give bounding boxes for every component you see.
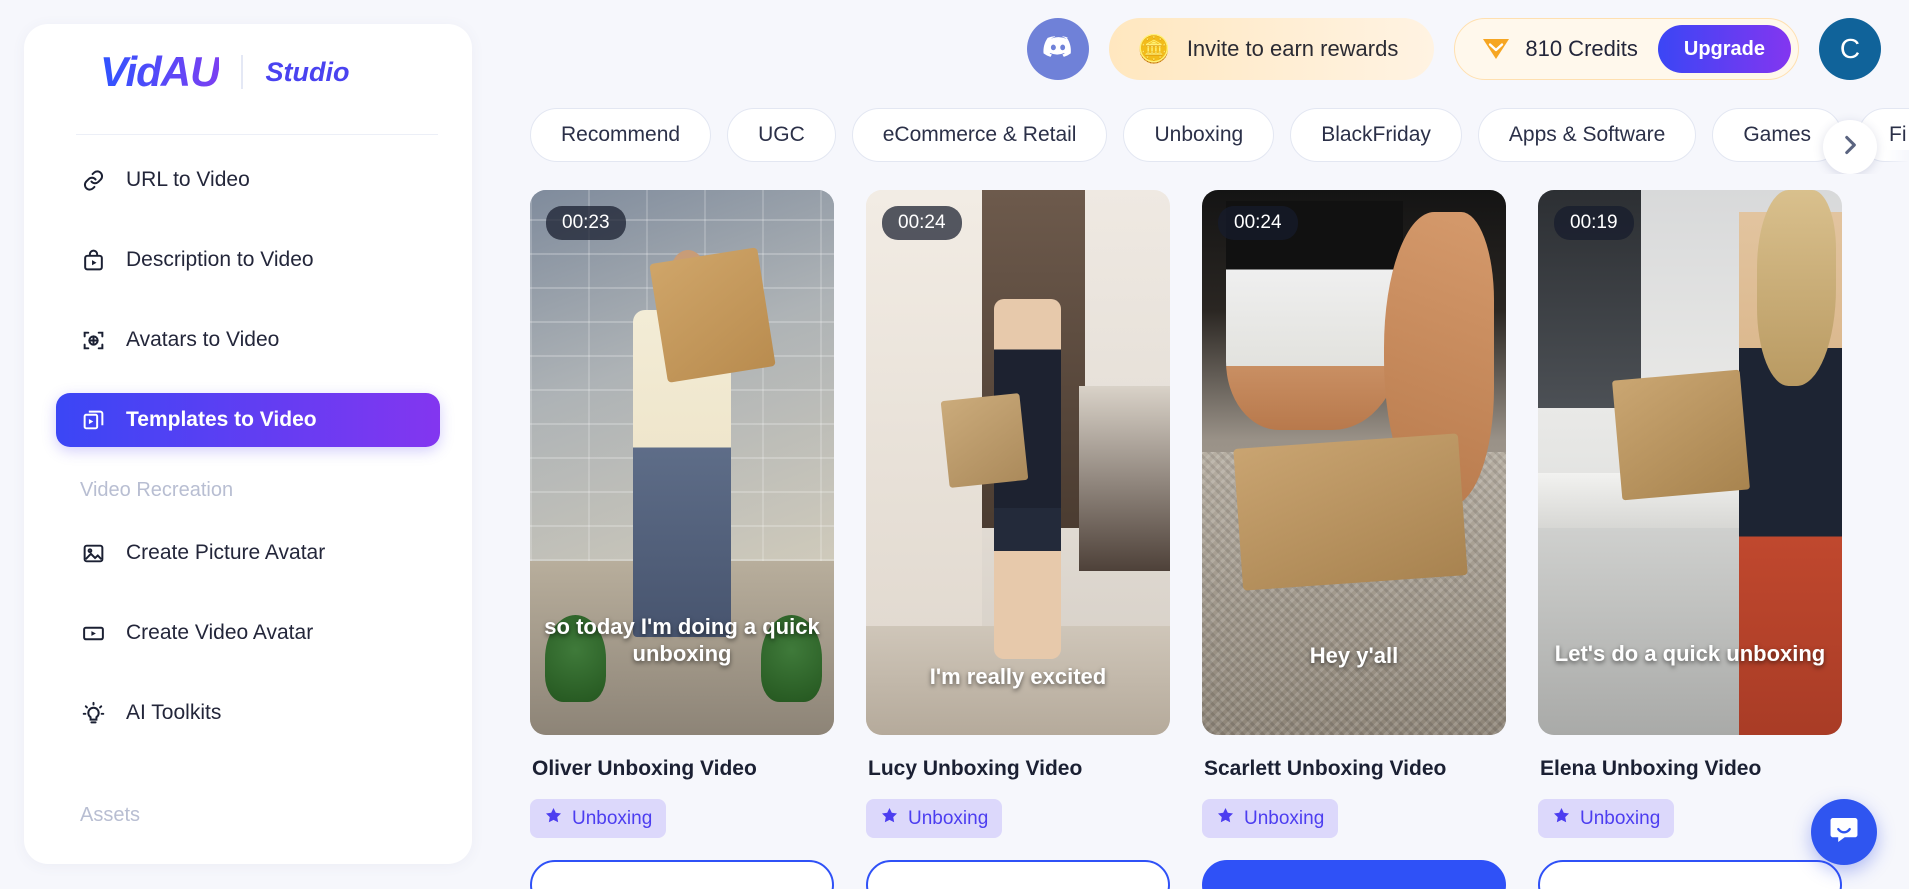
card-thumbnail[interactable]: 00:19 Let's do a quick unboxing [1538, 190, 1842, 735]
sidebar-item-create-picture-avatar[interactable]: Create Picture Avatar [56, 526, 440, 580]
star-icon [880, 806, 899, 831]
sidebar-nav: URL to Video Description to Video Avatar… [24, 135, 472, 740]
card-thumbnail[interactable]: 00:23 so today I'm doing a quick unboxin… [530, 190, 834, 735]
bag-play-icon [80, 247, 106, 273]
category-tabs-bar: Recommend UGC eCommerce & Retail Unboxin… [530, 108, 1909, 174]
card-action-button[interactable] [866, 860, 1170, 889]
caption-overlay: Hey y'all [1309, 642, 1399, 668]
sidebar-item-label: Create Video Avatar [126, 621, 314, 644]
sidebar-item-label: Templates to Video [126, 408, 317, 431]
duration-badge: 00:24 [882, 206, 962, 240]
caption-overlay: so today I'm doing a quick unboxing [544, 614, 820, 666]
brand-divider [241, 55, 244, 89]
tab-games[interactable]: Games [1712, 108, 1843, 162]
badge-label: Unboxing [908, 807, 989, 829]
caption-overlay: Let's do a quick unboxing [1554, 640, 1826, 666]
sidebar-item-url-to-video[interactable]: URL to Video [56, 153, 440, 207]
sidebar-item-label: Description to Video [126, 248, 314, 271]
tab-ecommerce-retail[interactable]: eCommerce & Retail [851, 108, 1108, 162]
tab-ugc[interactable]: UGC [727, 108, 836, 162]
header-actions: 🪙 Invite to earn rewards 810 Credits Upg… [1027, 18, 1881, 80]
card-action-button[interactable] [1538, 860, 1842, 889]
status-badge: Unboxing [1538, 799, 1675, 838]
template-card[interactable]: 00:23 so today I'm doing a quick unboxin… [530, 190, 834, 889]
sidebar-section-video-recreation: Video Recreation [80, 479, 234, 501]
badge-label: Unboxing [1580, 807, 1661, 829]
star-icon [1216, 806, 1235, 831]
card-thumbnail[interactable]: 00:24 I'm really excited [866, 190, 1170, 735]
brand-header: VidAU Studio [24, 24, 472, 120]
sidebar-item-create-video-avatar[interactable]: Create Video Avatar [56, 606, 440, 660]
tab-apps-software[interactable]: Apps & Software [1477, 108, 1697, 162]
invite-rewards-button[interactable]: 🪙 Invite to earn rewards [1109, 18, 1435, 80]
link-icon [80, 167, 106, 193]
vidau-logo: VidAU [100, 48, 220, 95]
invite-label: Invite to earn rewards [1186, 36, 1399, 61]
tab-recommend[interactable]: Recommend [530, 108, 712, 162]
card-title: Elena Unboxing Video [1540, 757, 1762, 780]
user-avatar[interactable]: C [1819, 18, 1881, 80]
duration-badge: 00:24 [1218, 206, 1298, 240]
sidebar-item-label: AI Toolkits [126, 701, 222, 724]
upgrade-button[interactable]: Upgrade [1657, 25, 1791, 73]
support-chat-button[interactable] [1811, 799, 1877, 865]
intercom-chat-icon [1827, 813, 1861, 852]
top-header: 🪙 Invite to earn rewards 810 Credits Upg… [472, 0, 1909, 106]
sidebar-item-label: Avatars to Video [126, 328, 280, 351]
card-thumbnail[interactable]: 00:24 Hey y'all [1202, 190, 1506, 735]
badge-label: Unboxing [572, 807, 653, 829]
duration-badge: 00:23 [546, 206, 626, 240]
sidebar-item-ai-toolkits[interactable]: AI Toolkits [56, 686, 440, 740]
sidebar-item-description-to-video[interactable]: Description to Video [56, 233, 440, 287]
card-title: Oliver Unboxing Video [532, 757, 757, 780]
tab-unboxing[interactable]: Unboxing [1123, 108, 1275, 162]
credits-label: 810 Credits [1525, 36, 1638, 61]
star-icon [544, 806, 563, 831]
sidebar-item-label: URL to Video [126, 168, 250, 191]
sidebar-section-assets: Assets [80, 804, 141, 826]
sidebar-item-avatars-to-video[interactable]: Avatars to Video [56, 313, 440, 367]
card-title: Lucy Unboxing Video [868, 757, 1083, 780]
discord-icon [1041, 30, 1075, 69]
gem-icon [1481, 36, 1511, 62]
category-tabs: Recommend UGC eCommerce & Retail Unboxin… [530, 108, 1909, 162]
status-badge: Unboxing [866, 799, 1003, 838]
card-action-button[interactable] [1202, 860, 1506, 889]
chevron-right-icon [1837, 132, 1863, 163]
caption-overlay: I'm really excited [929, 663, 1107, 689]
template-card[interactable]: 00:24 Hey y'all Scarlett Unboxing Video … [1202, 190, 1506, 889]
video-icon [80, 620, 106, 646]
sidebar: VidAU Studio URL to Video Description to… [24, 24, 472, 864]
template-grid: 00:23 so today I'm doing a quick unboxin… [530, 190, 1909, 889]
thumbnail-image [866, 190, 1170, 735]
star-icon [1552, 806, 1571, 831]
sidebar-item-templates-to-video[interactable]: Templates to Video [56, 393, 440, 447]
status-badge: Unboxing [530, 799, 667, 838]
duration-badge: 00:19 [1554, 206, 1634, 240]
image-icon [80, 540, 106, 566]
credits-pill: 810 Credits Upgrade [1454, 18, 1799, 80]
tab-blackfriday[interactable]: BlackFriday [1290, 108, 1462, 162]
templates-icon [80, 407, 106, 433]
template-card[interactable]: 00:24 I'm really excited Lucy Unboxing V… [866, 190, 1170, 889]
coins-icon: 🪙 [1137, 33, 1171, 64]
template-card[interactable]: 00:19 Let's do a quick unboxing Elena Un… [1538, 190, 1842, 889]
sidebar-item-label: Create Picture Avatar [126, 541, 326, 564]
status-badge: Unboxing [1202, 799, 1339, 838]
card-title: Scarlett Unboxing Video [1204, 757, 1447, 780]
card-action-button[interactable] [530, 860, 834, 889]
tabs-next-button[interactable] [1823, 120, 1877, 174]
brand-product-name: Studio [265, 56, 350, 87]
avatar-target-icon [80, 327, 106, 353]
badge-label: Unboxing [1244, 807, 1325, 829]
discord-button[interactable] [1027, 18, 1090, 80]
app-root: VidAU Studio URL to Video Description to… [0, 0, 1909, 889]
lightbulb-icon [80, 700, 106, 726]
